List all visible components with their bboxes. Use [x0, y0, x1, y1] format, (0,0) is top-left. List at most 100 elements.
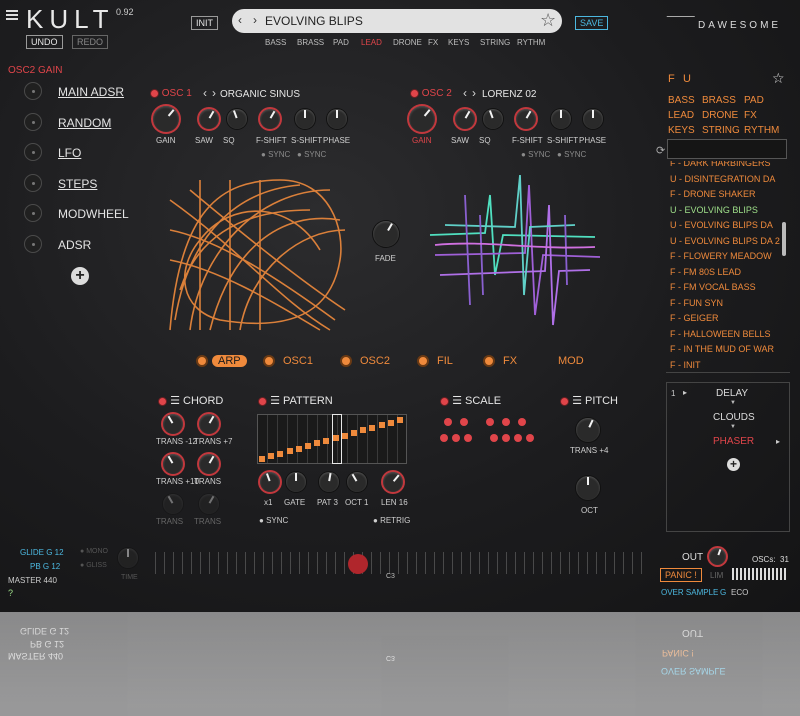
chord-trans-knob-3[interactable] — [163, 454, 183, 474]
pattern-header[interactable]: ☰ PATTERN — [258, 394, 333, 407]
favorites-filter-icon[interactable]: ☆ — [772, 70, 785, 87]
preset-name[interactable]: EVOLVING BLIPS — [265, 14, 363, 28]
mod-source-random[interactable]: RANDOM — [58, 116, 111, 130]
pattern-oct-1-knob[interactable] — [347, 472, 367, 492]
pattern-gate-knob[interactable] — [286, 472, 306, 492]
preset-item[interactable]: F - INIT — [670, 360, 701, 370]
panic-button[interactable]: PANIC ! — [660, 568, 702, 582]
osc1-phase-knob[interactable] — [327, 109, 347, 129]
fx-item-delay[interactable]: DELAY — [716, 388, 748, 399]
preset-item[interactable]: U - EVOLVING BLIPS — [670, 205, 758, 215]
init-button[interactable]: INIT — [191, 16, 218, 30]
scale-note-11[interactable] — [514, 434, 522, 442]
pattern-step[interactable] — [397, 417, 403, 423]
fx-item-expand-icon[interactable]: ▼ — [730, 400, 736, 406]
pattern-sync-toggle[interactable]: ● SYNC — [259, 516, 288, 525]
pattern-step[interactable] — [351, 430, 357, 436]
pitch-oct-knob[interactable] — [576, 476, 600, 500]
osc2-s-shift-knob[interactable] — [551, 109, 571, 129]
osc2-f-shift-knob[interactable] — [516, 109, 536, 129]
mod-source-knob[interactable] — [24, 204, 42, 222]
pattern-step[interactable] — [378, 422, 385, 429]
pitch-strip[interactable] — [155, 552, 645, 574]
oversample-value[interactable]: G — [720, 588, 726, 597]
osc1-fshift-sync[interactable]: ● SYNC — [261, 150, 290, 159]
nav-category-rythm[interactable]: RYTHM — [517, 38, 545, 47]
mono-toggle[interactable]: ● MONO — [80, 548, 108, 555]
scale-note-12[interactable] — [526, 434, 534, 442]
chord-trans-knob-4[interactable] — [199, 454, 219, 474]
fx-item-expand-icon[interactable]: ▼ — [730, 424, 736, 430]
mod-source-knob[interactable] — [24, 173, 42, 192]
osc1-toggle[interactable]: OSC 1 — [150, 88, 192, 99]
osc2-next-wave-icon[interactable]: › — [472, 86, 476, 100]
mod-source-knob[interactable] — [24, 234, 42, 253]
nav-category-bass[interactable]: BASS — [265, 38, 286, 47]
browser-search-input[interactable] — [667, 139, 787, 159]
osc1-sq-knob[interactable] — [227, 109, 247, 129]
add-fx-icon[interactable]: + — [727, 458, 740, 471]
mod-source-knob[interactable] — [24, 112, 42, 131]
osc1-f-shift-knob[interactable] — [260, 109, 280, 129]
mod-source-knob[interactable] — [24, 143, 42, 161]
undo-button[interactable]: UNDO — [26, 35, 63, 49]
pb-value[interactable]: PB G 12 — [30, 562, 60, 571]
mod-source-modwheel[interactable]: MODWHEEL — [58, 207, 129, 221]
osc1-gain-knob[interactable] — [153, 106, 179, 132]
scale-note-6[interactable] — [440, 434, 448, 442]
scale-note-2[interactable] — [460, 418, 468, 426]
out-volume-knob[interactable] — [709, 548, 726, 565]
nav-category-keys[interactable]: KEYS — [448, 38, 469, 47]
mod-source-main-adsr[interactable]: MAIN ADSR — [58, 85, 124, 99]
preset-item[interactable]: F - FLOWERY MEADOW — [670, 251, 772, 261]
filter-factory[interactable]: F — [668, 73, 675, 85]
browser-category-string[interactable]: STRING — [702, 125, 740, 136]
pattern-step[interactable] — [295, 445, 302, 452]
gliss-toggle[interactable]: ● GLISS — [80, 562, 107, 569]
chord-trans-knob-1[interactable] — [163, 414, 183, 434]
osc2-phase-knob[interactable] — [583, 109, 603, 129]
save-button[interactable]: SAVE — [575, 16, 609, 30]
pattern-x1-knob[interactable] — [260, 472, 280, 492]
tab-mod[interactable]: MOD — [550, 355, 584, 367]
tab-osc1[interactable]: OSC1 — [263, 355, 313, 368]
nav-category-string[interactable]: STRING — [480, 38, 510, 47]
filter-user[interactable]: U — [683, 73, 691, 85]
osc2-sshift-sync[interactable]: ● SYNC — [557, 150, 586, 159]
mod-source-steps[interactable]: STEPS — [58, 177, 97, 191]
fx-item-clouds[interactable]: CLOUDS — [713, 412, 755, 423]
browser-category-fx[interactable]: FX — [744, 110, 757, 121]
osc1-sshift-sync[interactable]: ● SYNC — [297, 150, 326, 159]
tab-fil[interactable]: FIL — [417, 355, 453, 368]
tab-arp[interactable]: ARP — [196, 355, 247, 368]
preset-item[interactable]: F - DRONE SHAKER — [670, 189, 756, 199]
nav-category-brass[interactable]: BRASS — [297, 38, 324, 47]
next-preset-icon[interactable]: › — [253, 13, 257, 27]
scale-note-5[interactable] — [518, 418, 526, 426]
chord-trans-knob-2[interactable] — [199, 414, 219, 434]
scale-note-7[interactable] — [452, 434, 460, 442]
osc2-prev-wave-icon[interactable]: ‹ — [463, 86, 467, 100]
help-button[interactable]: ? — [8, 588, 13, 598]
osc1-wave-name[interactable]: ORGANIC SINUS — [220, 89, 300, 100]
master-tune[interactable]: MASTER 440 — [8, 576, 57, 585]
menu-icon[interactable] — [6, 10, 18, 20]
pattern-len-16-knob[interactable] — [383, 472, 403, 492]
pattern-step[interactable] — [369, 424, 376, 431]
pattern-step[interactable] — [286, 448, 293, 455]
refresh-icon[interactable]: ⟳ — [656, 144, 665, 157]
scale-note-9[interactable] — [490, 434, 498, 442]
fade-knob[interactable] — [373, 221, 399, 247]
nav-category-pad[interactable]: PAD — [333, 38, 349, 47]
browser-category-brass[interactable]: BRASS — [702, 95, 736, 106]
chord-trans-knob-6[interactable] — [199, 494, 219, 514]
osc2-fshift-sync[interactable]: ● SYNC — [521, 150, 550, 159]
pattern-step[interactable] — [387, 419, 394, 426]
tab-osc2[interactable]: OSC2 — [340, 355, 390, 368]
scale-note-1[interactable] — [444, 418, 452, 426]
pattern-step[interactable] — [341, 432, 348, 439]
scale-note-3[interactable] — [486, 418, 494, 426]
glide-value[interactable]: GLIDE G 12 — [20, 548, 64, 557]
osc2-saw-knob[interactable] — [455, 109, 475, 129]
osc2-gain-knob[interactable] — [409, 106, 435, 132]
